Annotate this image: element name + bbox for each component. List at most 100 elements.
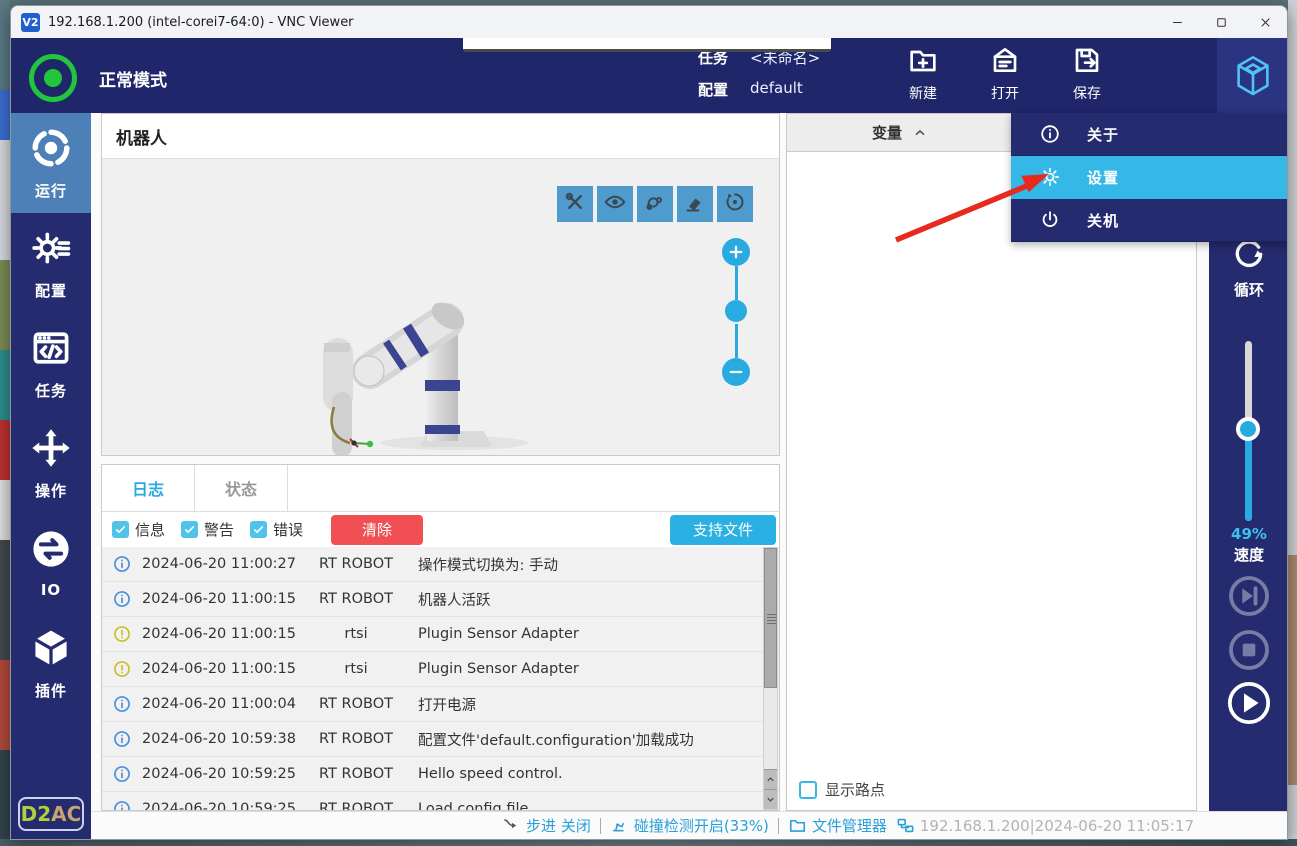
save-file-button[interactable]: 保存 bbox=[1055, 44, 1119, 103]
log-source: RT ROBOT bbox=[300, 556, 412, 572]
menu-item-about[interactable]: 关于 bbox=[1011, 113, 1287, 156]
tools-icon bbox=[563, 190, 587, 218]
open-file-button[interactable]: 打开 bbox=[973, 44, 1037, 103]
menu-item-label: 关于 bbox=[1087, 124, 1119, 145]
cube-logo-icon bbox=[1230, 53, 1276, 99]
log-timestamp: 2024-06-20 10:59:25 bbox=[142, 766, 300, 782]
view-reset-view-button[interactable] bbox=[717, 186, 753, 222]
sidebar-item-plugin[interactable]: 插件 bbox=[11, 613, 91, 713]
app-dropdown-menu: 关于设置关机 bbox=[1011, 113, 1287, 242]
view-tools-button[interactable] bbox=[557, 186, 593, 222]
file-manager-link[interactable]: 文件管理器 bbox=[788, 815, 887, 836]
config-label: 配置 bbox=[698, 79, 750, 100]
left-sidebar: 运行配置任务操作IO 插件 bbox=[11, 113, 91, 839]
config-icon bbox=[29, 226, 73, 274]
log-filter-row: 信息警告错误清除支持文件 bbox=[102, 512, 779, 547]
menu-item-shutdown[interactable]: 关机 bbox=[1011, 199, 1287, 242]
log-timestamp: 2024-06-20 10:59:25 bbox=[142, 801, 300, 810]
plugin-icon bbox=[29, 626, 73, 674]
vnc-toolbar-peek[interactable] bbox=[463, 38, 831, 52]
connection-status: 192.168.1.200|2024-06-20 11:05:17 bbox=[896, 816, 1194, 835]
io-icon bbox=[29, 527, 73, 575]
filter-checkbox-2[interactable] bbox=[250, 521, 267, 538]
close-button[interactable] bbox=[1243, 6, 1287, 38]
open-file-icon bbox=[989, 44, 1021, 80]
status-bar: 步进 关闭 碰撞检测开启(33%) 文件管理器 192.168.1.200|20… bbox=[91, 811, 1287, 839]
info-icon bbox=[112, 589, 132, 609]
maximize-button[interactable] bbox=[1199, 6, 1243, 38]
log-row[interactable]: 2024-06-20 11:00:15rtsiPlugin Sensor Ada… bbox=[102, 617, 779, 652]
info-icon bbox=[1039, 123, 1061, 145]
collision-detection-status[interactable]: 碰撞检测开启(33%) bbox=[610, 815, 769, 836]
log-panel: 日志 状态 信息警告错误清除支持文件 2024-06-20 11:00:27RT… bbox=[101, 464, 780, 811]
log-row[interactable]: 2024-06-20 10:59:25RT ROBOTLoad config f… bbox=[102, 792, 779, 810]
filter-label: 信息 bbox=[135, 519, 165, 540]
log-message: 操作模式切换为: 手动 bbox=[412, 554, 779, 575]
menu-item-settings[interactable]: 设置 bbox=[1011, 156, 1287, 199]
scroll-up-button[interactable] bbox=[764, 769, 777, 789]
filter-checkbox-1[interactable] bbox=[181, 521, 198, 538]
show-waypoints-label: 显示路点 bbox=[825, 779, 885, 800]
log-row[interactable]: 2024-06-20 11:00:15RT ROBOT机器人活跃 bbox=[102, 582, 779, 617]
eraser-icon bbox=[683, 190, 707, 218]
play-button[interactable] bbox=[1224, 678, 1274, 728]
filter-checkbox-0[interactable] bbox=[112, 521, 129, 538]
log-row[interactable]: 2024-06-20 11:00:15rtsiPlugin Sensor Ada… bbox=[102, 652, 779, 687]
log-scrollbar[interactable] bbox=[763, 547, 778, 810]
sidebar-item-io[interactable]: IO bbox=[11, 513, 91, 613]
minimize-button[interactable] bbox=[1155, 6, 1199, 38]
vnc-window: V2 192.168.1.200 (intel-corei7-64:0) - V… bbox=[10, 5, 1288, 840]
sidebar-item-task[interactable]: 任务 bbox=[11, 313, 91, 413]
log-row[interactable]: 2024-06-20 10:59:38RT ROBOT配置文件'default.… bbox=[102, 722, 779, 757]
log-timestamp: 2024-06-20 11:00:04 bbox=[142, 696, 300, 712]
zoom-slider-handle[interactable] bbox=[725, 300, 747, 322]
show-waypoints-option: 显示路点 bbox=[799, 779, 885, 800]
sidebar-item-operate[interactable]: 操作 bbox=[11, 413, 91, 513]
scrollbar-thumb[interactable] bbox=[764, 548, 777, 688]
stop-button[interactable] bbox=[1226, 627, 1272, 673]
info-icon bbox=[112, 694, 132, 714]
zoom-in-button[interactable] bbox=[722, 238, 750, 266]
power-icon bbox=[1039, 209, 1061, 231]
tab-log[interactable]: 日志 bbox=[102, 465, 195, 511]
view-trajectory-button[interactable] bbox=[637, 186, 673, 222]
zoom-slider-track bbox=[735, 266, 738, 300]
show-waypoints-checkbox[interactable] bbox=[799, 781, 817, 799]
log-message: Load config file bbox=[412, 801, 779, 810]
step-forward-button[interactable] bbox=[1226, 573, 1272, 619]
filter-label: 警告 bbox=[204, 519, 234, 540]
info-icon bbox=[112, 729, 132, 749]
speed-slider-handle[interactable] bbox=[1236, 417, 1260, 441]
log-source: RT ROBOT bbox=[300, 591, 412, 607]
support-files-button[interactable]: 支持文件 bbox=[670, 515, 776, 545]
clear-log-button[interactable]: 清除 bbox=[331, 515, 423, 545]
log-row[interactable]: 2024-06-20 11:00:04RT ROBOT打开电源 bbox=[102, 687, 779, 722]
scroll-down-button[interactable] bbox=[764, 789, 777, 809]
new-file-button[interactable]: 新建 bbox=[891, 44, 955, 103]
tab-status[interactable]: 状态 bbox=[195, 465, 288, 511]
log-row[interactable]: 2024-06-20 11:00:27RT ROBOT操作模式切换为: 手动 bbox=[102, 547, 779, 582]
log-message: Hello speed control. bbox=[412, 766, 779, 782]
loop-mode-button[interactable]: 循环 bbox=[1209, 235, 1287, 300]
log-timestamp: 2024-06-20 11:00:27 bbox=[142, 556, 300, 572]
sidebar-item-run[interactable]: 运行 bbox=[11, 113, 91, 213]
view-eraser-button[interactable] bbox=[677, 186, 713, 222]
gear-icon bbox=[1039, 166, 1061, 188]
log-timestamp: 2024-06-20 11:00:15 bbox=[142, 591, 300, 607]
sidebar-item-config[interactable]: 配置 bbox=[11, 213, 91, 313]
view-eye-button[interactable] bbox=[597, 186, 633, 222]
zoom-out-button[interactable] bbox=[722, 358, 750, 386]
run-icon bbox=[29, 126, 73, 174]
log-row[interactable]: 2024-06-20 10:59:25RT ROBOTHello speed c… bbox=[102, 757, 779, 792]
robot-3d-view[interactable] bbox=[102, 159, 779, 455]
log-timestamp: 2024-06-20 10:59:38 bbox=[142, 731, 300, 747]
log-source: RT ROBOT bbox=[300, 696, 412, 712]
app-logo-button[interactable] bbox=[1217, 38, 1287, 113]
app-topbar: 正常模式 任务 <未命名> 配置 default 新建打开保存 bbox=[11, 38, 1287, 113]
file-button-label: 保存 bbox=[1073, 83, 1101, 103]
log-source: RT ROBOT bbox=[300, 766, 412, 782]
info-icon bbox=[112, 554, 132, 574]
sidebar-item-label: 插件 bbox=[35, 680, 67, 701]
step-mode-status[interactable]: 步进 关闭 bbox=[502, 815, 591, 836]
log-message: 配置文件'default.configuration'加载成功 bbox=[412, 729, 779, 750]
